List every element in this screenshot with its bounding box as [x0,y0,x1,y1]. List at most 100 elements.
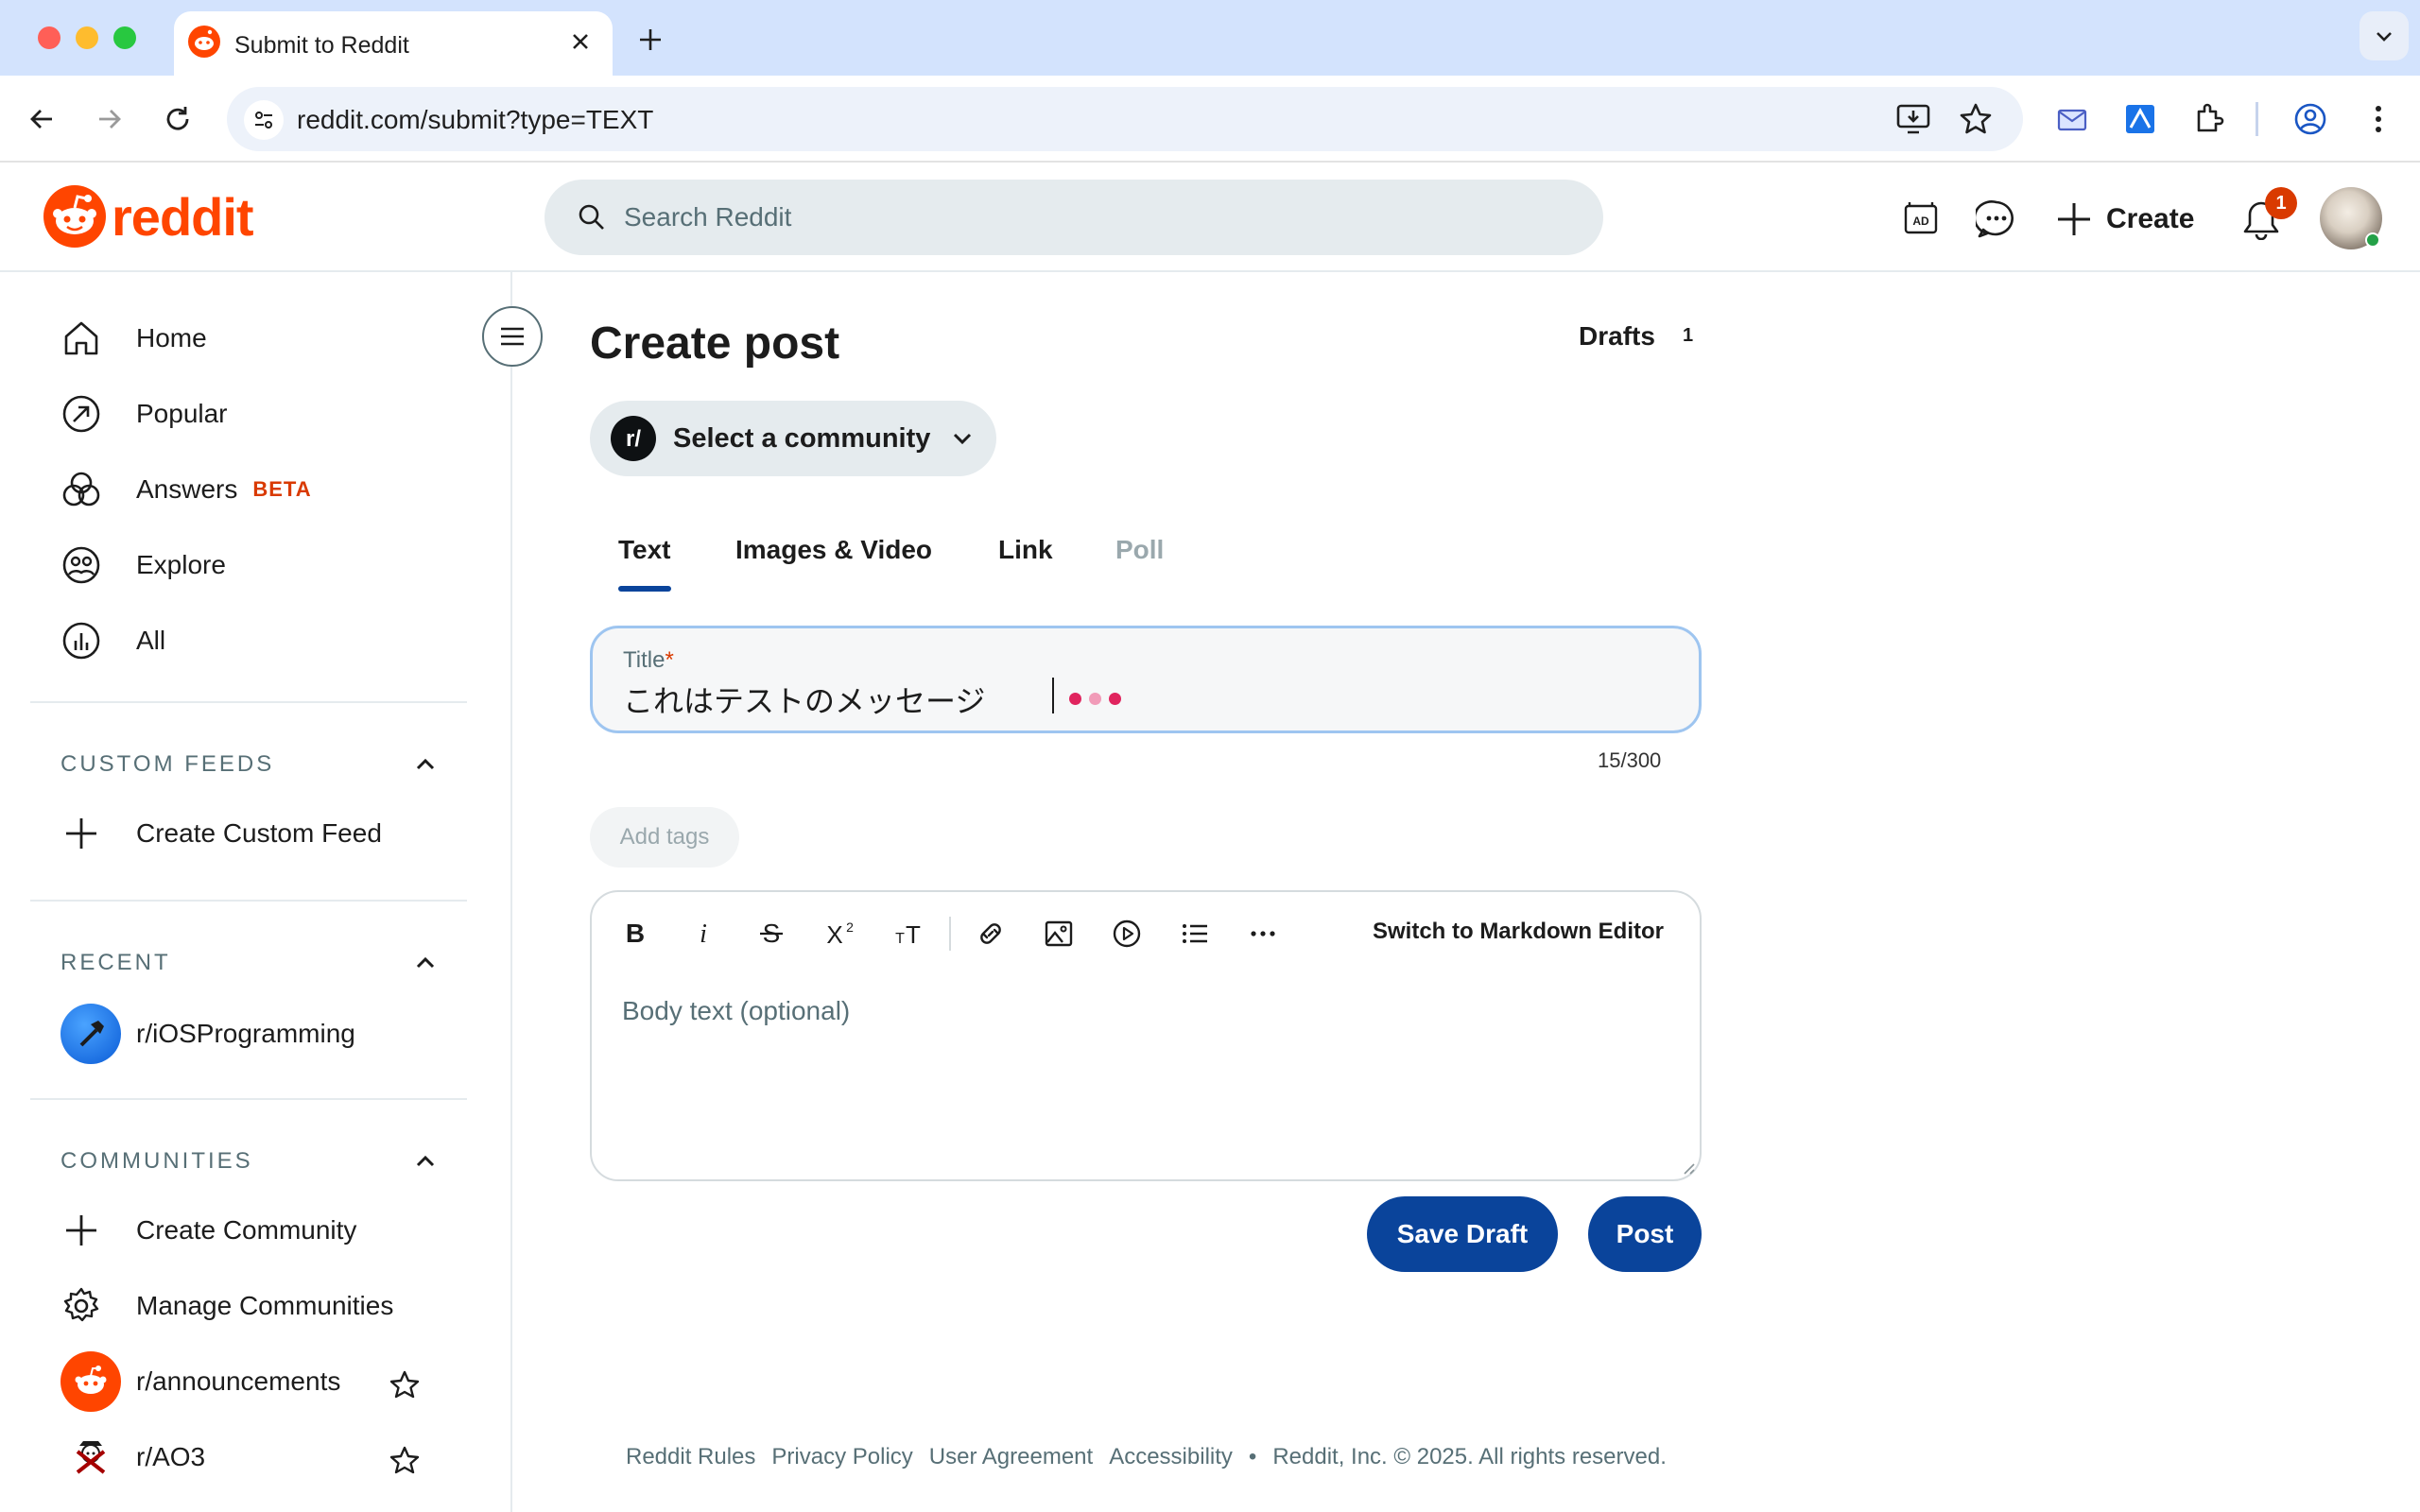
new-tab-icon[interactable] [631,21,669,59]
minimize-window-button[interactable] [76,26,98,49]
footer-link-accessibility[interactable]: Accessibility [1109,1444,1233,1470]
sidebar-item-popular[interactable]: Popular [60,384,476,444]
bold-icon[interactable]: B [613,911,658,956]
svg-text:B: B [626,919,645,948]
italic-icon[interactable]: i [681,911,726,956]
heading-icon[interactable]: TT [885,911,930,956]
footer-link-agreement[interactable]: User Agreement [929,1444,1093,1470]
answers-icon [60,459,121,520]
sidebar-item-all[interactable]: All [60,610,476,671]
toolbar-divider [2256,102,2258,136]
maximize-window-button[interactable] [113,26,136,49]
custom-feeds-header[interactable]: CUSTOM FEEDS [60,746,439,783]
forward-icon[interactable] [91,100,129,138]
close-window-button[interactable] [38,26,60,49]
translate-extension-icon[interactable] [2121,100,2159,138]
recent-item-iosprogramming[interactable]: r/iOSProgramming [60,1004,476,1064]
footer-separator: • [1248,1444,1257,1469]
svg-text:T: T [906,920,921,949]
create-community[interactable]: Create Community [60,1200,476,1261]
communities-header[interactable]: COMMUNITIES [60,1143,439,1180]
tab-text[interactable]: Text [618,535,671,565]
footer-link-rules[interactable]: Reddit Rules [626,1444,755,1470]
reddit-header: reddit Search Reddit AD Create 1 [0,164,2420,272]
add-tags-button[interactable]: Add tags [590,807,739,868]
create-custom-feed-label: Create Custom Feed [136,818,382,848]
mail-extension-icon[interactable] [2053,100,2091,138]
chevron-up-icon[interactable] [412,1148,439,1175]
video-icon[interactable] [1104,911,1150,956]
drafts-button[interactable]: Drafts [1579,321,1655,352]
bookmark-star-icon[interactable] [1957,100,1995,138]
online-status-dot [2365,232,2380,248]
browser-tab-strip: Submit to Reddit [0,0,2420,76]
chevron-up-icon[interactable] [412,751,439,778]
svg-text:T: T [895,931,905,947]
manage-communities[interactable]: Manage Communities [60,1276,476,1336]
chevron-down-icon [954,433,972,445]
bullet-list-icon[interactable] [1172,911,1218,956]
hammer-icon [60,1004,121,1064]
reddit-logo[interactable]: reddit [43,185,254,248]
address-bar[interactable]: reddit.com/submit?type=TEXT [227,87,2023,151]
input-method-indicator [1069,693,1121,705]
resize-handle-icon[interactable] [1679,1159,1696,1176]
post-button[interactable]: Post [1588,1196,1702,1272]
tab-poll[interactable]: Poll [1115,535,1164,565]
tab-search-chevron-icon[interactable] [2360,11,2409,60]
tab-images-video[interactable]: Images & Video [735,535,932,565]
sidebar-item-explore[interactable]: Explore [60,535,476,595]
install-app-icon[interactable] [1894,100,1932,138]
extensions-icon[interactable] [2189,100,2227,138]
recent-header[interactable]: RECENT [60,944,439,982]
more-icon[interactable] [1240,911,1286,956]
close-tab-icon[interactable] [569,30,592,53]
sidebar-item-label: Home [136,323,207,352]
link-icon[interactable] [968,911,1013,956]
footer-link-privacy[interactable]: Privacy Policy [771,1444,912,1470]
active-tab-indicator [618,586,671,592]
search-bar[interactable]: Search Reddit [544,180,1603,255]
create-post-button[interactable]: Create [2055,193,2194,246]
switch-markdown-button[interactable]: Switch to Markdown Editor [1373,919,1664,945]
strikethrough-icon[interactable]: S [749,911,794,956]
favorite-star-icon[interactable] [388,1368,422,1402]
search-placeholder: Search Reddit [624,202,792,232]
browser-tab-title: Submit to Reddit [234,32,409,59]
save-draft-button[interactable]: Save Draft [1367,1196,1558,1272]
menu-icon [501,327,524,346]
image-icon[interactable] [1036,911,1081,956]
profile-icon[interactable] [2291,100,2329,138]
browser-menu-icon[interactable] [2360,100,2397,138]
superscript-icon[interactable]: X2 [817,911,862,956]
title-field[interactable]: Title* これはテストのメッセージ [590,626,1702,733]
ao3-logo-icon [60,1427,121,1487]
left-sidebar: Home Popular Answers BETA Explore All CU… [0,272,543,1512]
reddit-snoo-icon [43,185,106,248]
site-settings-icon[interactable] [244,100,284,140]
advertise-icon[interactable]: AD [1894,193,1947,246]
tab-link[interactable]: Link [998,535,1053,565]
sidebar-item-label: Answers [136,474,238,504]
sidebar-item-answers[interactable]: Answers BETA [60,459,476,520]
svg-text:AD: AD [1912,215,1929,228]
community-select-dropdown[interactable]: r/ Select a community [590,401,996,476]
browser-tab[interactable]: Submit to Reddit [174,11,613,76]
sidebar-item-home[interactable]: Home [60,308,476,369]
sidebar-divider [30,900,467,902]
favorite-star-icon[interactable] [388,1444,422,1478]
footer: Reddit Rules Privacy Policy User Agreeme… [626,1444,1667,1470]
url-text: reddit.com/submit?type=TEXT [297,105,654,134]
body-editor[interactable]: B i S X2 TT Switch to Markdown Editor Bo… [590,890,1702,1181]
chat-icon[interactable] [1970,193,2023,246]
recent-title: RECENT [60,950,171,975]
custom-feeds-title: CUSTOM FEEDS [60,751,275,777]
create-custom-feed[interactable]: Create Custom Feed [60,803,476,864]
reload-icon[interactable] [159,100,197,138]
title-field-label: Title* [623,647,674,674]
collapse-sidebar-button[interactable] [482,306,543,367]
back-icon[interactable] [23,100,60,138]
create-label: Create [2106,203,2195,234]
chevron-up-icon[interactable] [412,950,439,976]
sidebar-item-label: r/announcements [136,1366,341,1396]
